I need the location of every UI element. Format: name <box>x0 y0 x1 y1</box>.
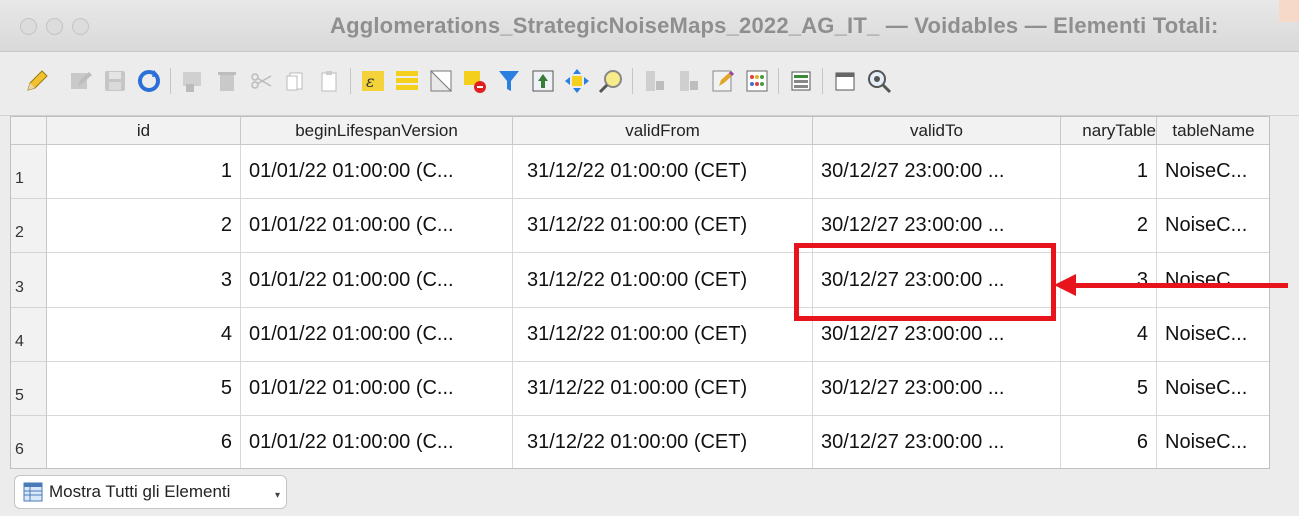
save-icon[interactable] <box>100 66 130 96</box>
title-bar: Agglomerations_StrategicNoiseMaps_2022_A… <box>0 0 1299 52</box>
copy-icon[interactable] <box>280 66 310 96</box>
cell-valid-from[interactable]: 31/12/22 01:00:00 (CET) <box>513 253 813 308</box>
new-field-icon[interactable] <box>640 66 670 96</box>
pencil-edit-icon[interactable] <box>22 66 52 96</box>
cell-table-name[interactable]: NoiseC... <box>1157 362 1269 416</box>
row-header[interactable]: 3 <box>11 253 47 308</box>
svg-text:ε: ε <box>366 72 375 91</box>
close-window-button[interactable] <box>20 18 37 35</box>
filter-icon[interactable] <box>494 66 524 96</box>
cell-valid-from[interactable]: 31/12/22 01:00:00 (CET) <box>513 199 813 253</box>
cell-valid-from[interactable]: 31/12/22 01:00:00 (CET) <box>513 145 813 199</box>
chevron-down-icon[interactable]: ▾ <box>275 490 280 501</box>
expression-select-icon[interactable]: ε <box>358 66 388 96</box>
cell-table-name[interactable]: NoiseC... <box>1157 308 1269 362</box>
cell-begin-lifespan[interactable]: 01/01/22 01:00:00 (C... <box>241 308 513 362</box>
cell-valid-from[interactable]: 31/12/22 01:00:00 (CET) <box>513 416 813 468</box>
actions-icon[interactable] <box>864 66 894 96</box>
dock-icon[interactable] <box>830 66 860 96</box>
cell-begin-lifespan[interactable]: 01/01/22 01:00:00 (C... <box>241 362 513 416</box>
cell-id[interactable]: 5 <box>47 362 241 416</box>
cell-valid-to[interactable]: 30/12/27 23:00:00 ... <box>813 145 1061 199</box>
column-header-primarytable[interactable]: naryTable <box>1061 117 1157 145</box>
add-feature-icon[interactable] <box>178 66 208 96</box>
attribute-table-toolbar: ε <box>0 52 1299 116</box>
cell-begin-lifespan[interactable]: 01/01/22 01:00:00 (C... <box>241 416 513 468</box>
cell-id[interactable]: 6 <box>47 416 241 468</box>
conditional-formatting-icon[interactable] <box>742 66 772 96</box>
cell-id[interactable]: 4 <box>47 308 241 362</box>
cell-begin-lifespan[interactable]: 01/01/22 01:00:00 (C... <box>241 145 513 199</box>
window-title: Agglomerations_StrategicNoiseMaps_2022_A… <box>330 13 1219 38</box>
cell-id[interactable]: 1 <box>47 145 241 199</box>
cell-table-name[interactable]: NoiseC... <box>1157 145 1269 199</box>
reload-icon[interactable] <box>134 66 164 96</box>
cell-valid-from[interactable]: 31/12/22 01:00:00 (CET) <box>513 362 813 416</box>
column-header-validto[interactable]: validTo <box>813 117 1061 145</box>
cell-id[interactable]: 3 <box>47 253 241 308</box>
delete-field-icon[interactable] <box>674 66 704 96</box>
show-all-features-button[interactable]: Mostra Tutti gli Elementi ▾ <box>14 475 287 509</box>
attribute-table: id beginLifespanVersion validFrom validT… <box>10 116 1270 469</box>
cell-valid-to[interactable]: 30/12/27 23:00:00 ... <box>813 253 1061 308</box>
cell-id[interactable]: 2 <box>47 199 241 253</box>
corner-header[interactable] <box>11 117 47 145</box>
column-header-validfrom[interactable]: validFrom <box>513 117 813 145</box>
cell-valid-to[interactable]: 30/12/27 23:00:00 ... <box>813 199 1061 253</box>
column-header-id[interactable]: id <box>47 117 241 145</box>
column-header-tablename[interactable]: tableName <box>1157 117 1269 145</box>
row-header[interactable]: 2 <box>11 199 47 253</box>
minimize-window-button[interactable] <box>46 18 63 35</box>
select-all-icon[interactable] <box>392 66 422 96</box>
annotation-arrow-line <box>1070 283 1288 288</box>
deselect-icon[interactable] <box>460 66 490 96</box>
delete-feature-icon[interactable] <box>212 66 242 96</box>
table-icon <box>23 482 43 502</box>
cell-table-name[interactable]: NoiseC... <box>1157 199 1269 253</box>
cell-valid-from[interactable]: 31/12/22 01:00:00 (CET) <box>513 308 813 362</box>
field-calculator-icon[interactable] <box>708 66 738 96</box>
paste-icon[interactable] <box>314 66 344 96</box>
cell-table-name[interactable]: NoiseC... <box>1157 253 1269 308</box>
row-header[interactable]: 1 <box>11 145 47 199</box>
cell-valid-to[interactable]: 30/12/27 23:00:00 ... <box>813 308 1061 362</box>
cell-table-name[interactable]: NoiseC... <box>1157 416 1269 468</box>
cell-valid-to[interactable]: 30/12/27 23:00:00 ... <box>813 416 1061 468</box>
row-header[interactable]: 5 <box>11 362 47 416</box>
column-header-beginlifespanversion[interactable]: beginLifespanVersion <box>241 117 513 145</box>
move-to-top-icon[interactable] <box>528 66 558 96</box>
corner-accent <box>1279 0 1299 22</box>
cell-begin-lifespan[interactable]: 01/01/22 01:00:00 (C... <box>241 253 513 308</box>
cell-valid-to[interactable]: 30/12/27 23:00:00 ... <box>813 362 1061 416</box>
cell-primary-table[interactable]: 6 <box>1061 416 1157 468</box>
show-all-label: Mostra Tutti gli Elementi <box>49 482 231 501</box>
annotation-arrow-head <box>1054 274 1076 296</box>
cell-primary-table[interactable]: 5 <box>1061 362 1157 416</box>
cell-primary-table[interactable]: 4 <box>1061 308 1157 362</box>
zoom-window-button[interactable] <box>72 18 89 35</box>
organize-columns-icon[interactable] <box>786 66 816 96</box>
row-header[interactable]: 6 <box>11 416 47 468</box>
cut-icon[interactable] <box>246 66 276 96</box>
multi-edit-icon[interactable] <box>66 66 96 96</box>
row-header[interactable]: 4 <box>11 308 47 362</box>
zoom-to-selected-icon[interactable] <box>596 66 626 96</box>
invert-selection-icon[interactable] <box>426 66 456 96</box>
pan-to-selected-icon[interactable] <box>562 66 592 96</box>
cell-primary-table[interactable]: 2 <box>1061 199 1157 253</box>
cell-begin-lifespan[interactable]: 01/01/22 01:00:00 (C... <box>241 199 513 253</box>
cell-primary-table[interactable]: 1 <box>1061 145 1157 199</box>
